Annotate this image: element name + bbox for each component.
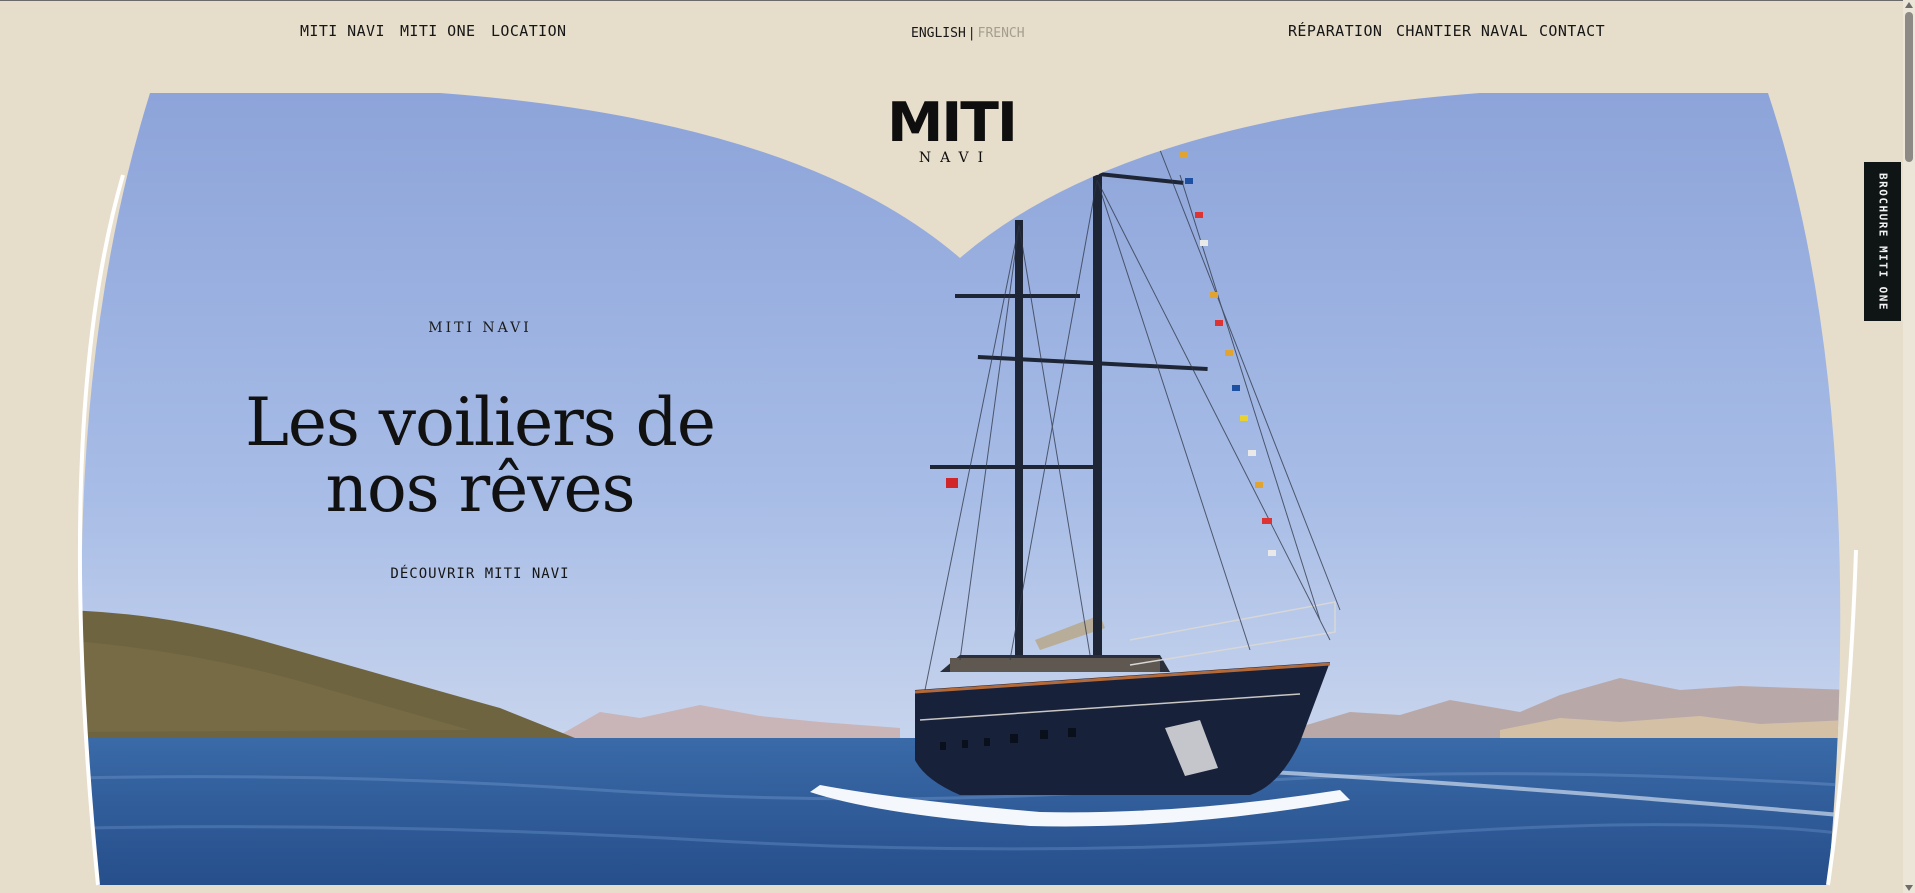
language-switcher: ENGLISH | FRENCH [911,26,1025,41]
brochure-tab-label: BROCHURE MITI ONE [1876,172,1889,311]
nav-contact[interactable]: CONTACT [1539,22,1605,40]
lang-french[interactable]: FRENCH [978,26,1025,41]
nav-reparation[interactable]: RÉPARATION [1288,22,1382,40]
hero-headline-line2: nos rêves [325,450,636,527]
scroll-down-arrow-icon[interactable] [1905,885,1913,891]
logo-mark: MITI [886,91,1018,154]
scrollbar[interactable] [1903,0,1915,893]
scrollbar-thumb[interactable] [1905,12,1913,162]
nav-miti-one[interactable]: MITI ONE [400,22,475,40]
nav-chantier-naval[interactable]: CHANTIER NAVAL [1396,22,1528,40]
discover-miti-navi-link[interactable]: DÉCOUVRIR MITI NAVI [360,566,600,582]
lang-english[interactable]: ENGLISH [911,26,966,41]
site-logo[interactable]: MITI NAVI [886,91,1018,167]
hero-kicker: MITI NAVI [428,320,532,336]
scroll-up-arrow-icon[interactable] [1905,2,1913,8]
nav-location[interactable]: LOCATION [491,22,566,40]
nav-miti-navi[interactable]: MITI NAVI [300,22,385,40]
hero-headline: Les voiliers de nos rêves [220,390,740,522]
brochure-tab[interactable]: BROCHURE MITI ONE [1864,162,1901,321]
lang-separator: | [967,26,976,41]
